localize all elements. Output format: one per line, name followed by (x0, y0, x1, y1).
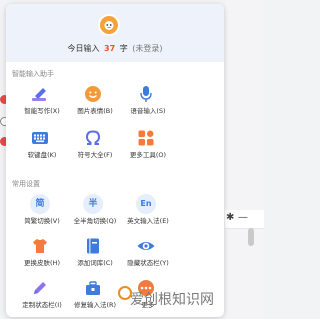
emoji-button[interactable]: 图片表情(B) (67, 84, 119, 122)
watermark-text: 爱创根知识网 (130, 292, 214, 308)
input-method-menu: 今日输入 37 字 (未登录) 智能输入助手 智能写作(X) 图片表情(B) 语… (6, 4, 224, 317)
tool-label: 更换皮肤(H) (24, 259, 60, 267)
tool-label: 隐藏状态栏(Y) (127, 259, 169, 267)
typed-count: 37 (104, 44, 116, 53)
login-status[interactable]: (未登录) (132, 44, 162, 53)
voice-input-button[interactable]: 语音输入(S) (120, 84, 172, 122)
soft-keyboard-button[interactable]: 软键盘(K) (14, 128, 66, 166)
toolbox-icon (86, 281, 100, 295)
change-skin-button[interactable]: 更换皮肤(H) (14, 236, 66, 274)
tool-label: 英文输入法(E) (127, 217, 169, 225)
omega-icon (85, 130, 101, 145)
keyboard-icon (32, 132, 48, 144)
eye-icon (137, 242, 155, 250)
tool-label: 智能写作(X) (24, 107, 60, 115)
stats-prefix: 今日输入 (67, 44, 100, 53)
typing-stats: 今日输入 37 字 (未登录) (6, 43, 224, 54)
emoji-icon (85, 86, 101, 102)
skin-icon (33, 239, 47, 253)
grid-icon (138, 130, 154, 146)
count-unit: 字 (119, 44, 128, 53)
full-half-width-toggle[interactable]: 半 全半角切换(Q) (67, 194, 119, 232)
half-width-icon: 半 (83, 194, 103, 214)
tool-label: 全半角切换(Q) (73, 217, 117, 225)
tool-label: 软键盘(K) (27, 151, 57, 159)
tool-label: 修复输入法(R) (73, 301, 117, 309)
section-title-smart: 智能输入助手 (12, 70, 54, 78)
gear-icon[interactable]: ✱ (226, 212, 234, 223)
section-title-common: 常用设置 (12, 180, 40, 188)
english-icon: En (136, 194, 156, 214)
tool-label: 语音输入(S) (130, 107, 166, 115)
english-input-toggle[interactable]: En 英文输入法(E) (120, 194, 172, 232)
add-dictionary-button[interactable]: 添加词库(C) (67, 236, 119, 274)
tool-label: 更多工具(O) (129, 151, 167, 159)
mascot-icon (104, 21, 114, 30)
background-window (225, 0, 264, 319)
repair-input-method-button[interactable]: 修复输入法(R) (67, 278, 119, 316)
tool-label: 符号大全(F) (77, 151, 113, 159)
tool-label: 简繁切换(V) (24, 217, 60, 225)
minimize-icon[interactable]: — (238, 212, 248, 223)
microphone-icon (140, 86, 152, 102)
hide-statusbar-button[interactable]: 隐藏状态栏(Y) (120, 236, 172, 274)
customize-statusbar-button[interactable]: 定制状态栏(I) (14, 278, 66, 316)
tool-label: 定制状态栏(I) (22, 301, 62, 309)
simplified-icon: 简 (30, 194, 50, 214)
simplified-traditional-toggle[interactable]: 简 简繁切换(V) (14, 194, 66, 232)
more-tools-button[interactable]: 更多工具(O) (120, 128, 172, 166)
scrollbar[interactable] (248, 228, 254, 246)
smart-writing-icon (32, 88, 46, 101)
smart-writing-button[interactable]: 智能写作(X) (14, 84, 66, 122)
tool-label: 添加词库(C) (77, 259, 113, 267)
pen-icon (34, 282, 46, 294)
menu-header: 今日输入 37 字 (未登录) (6, 4, 224, 62)
dictionary-icon (87, 238, 99, 254)
symbols-button[interactable]: 符号大全(F) (67, 128, 119, 166)
tool-label: 图片表情(B) (77, 107, 113, 115)
avatar[interactable] (98, 14, 120, 36)
